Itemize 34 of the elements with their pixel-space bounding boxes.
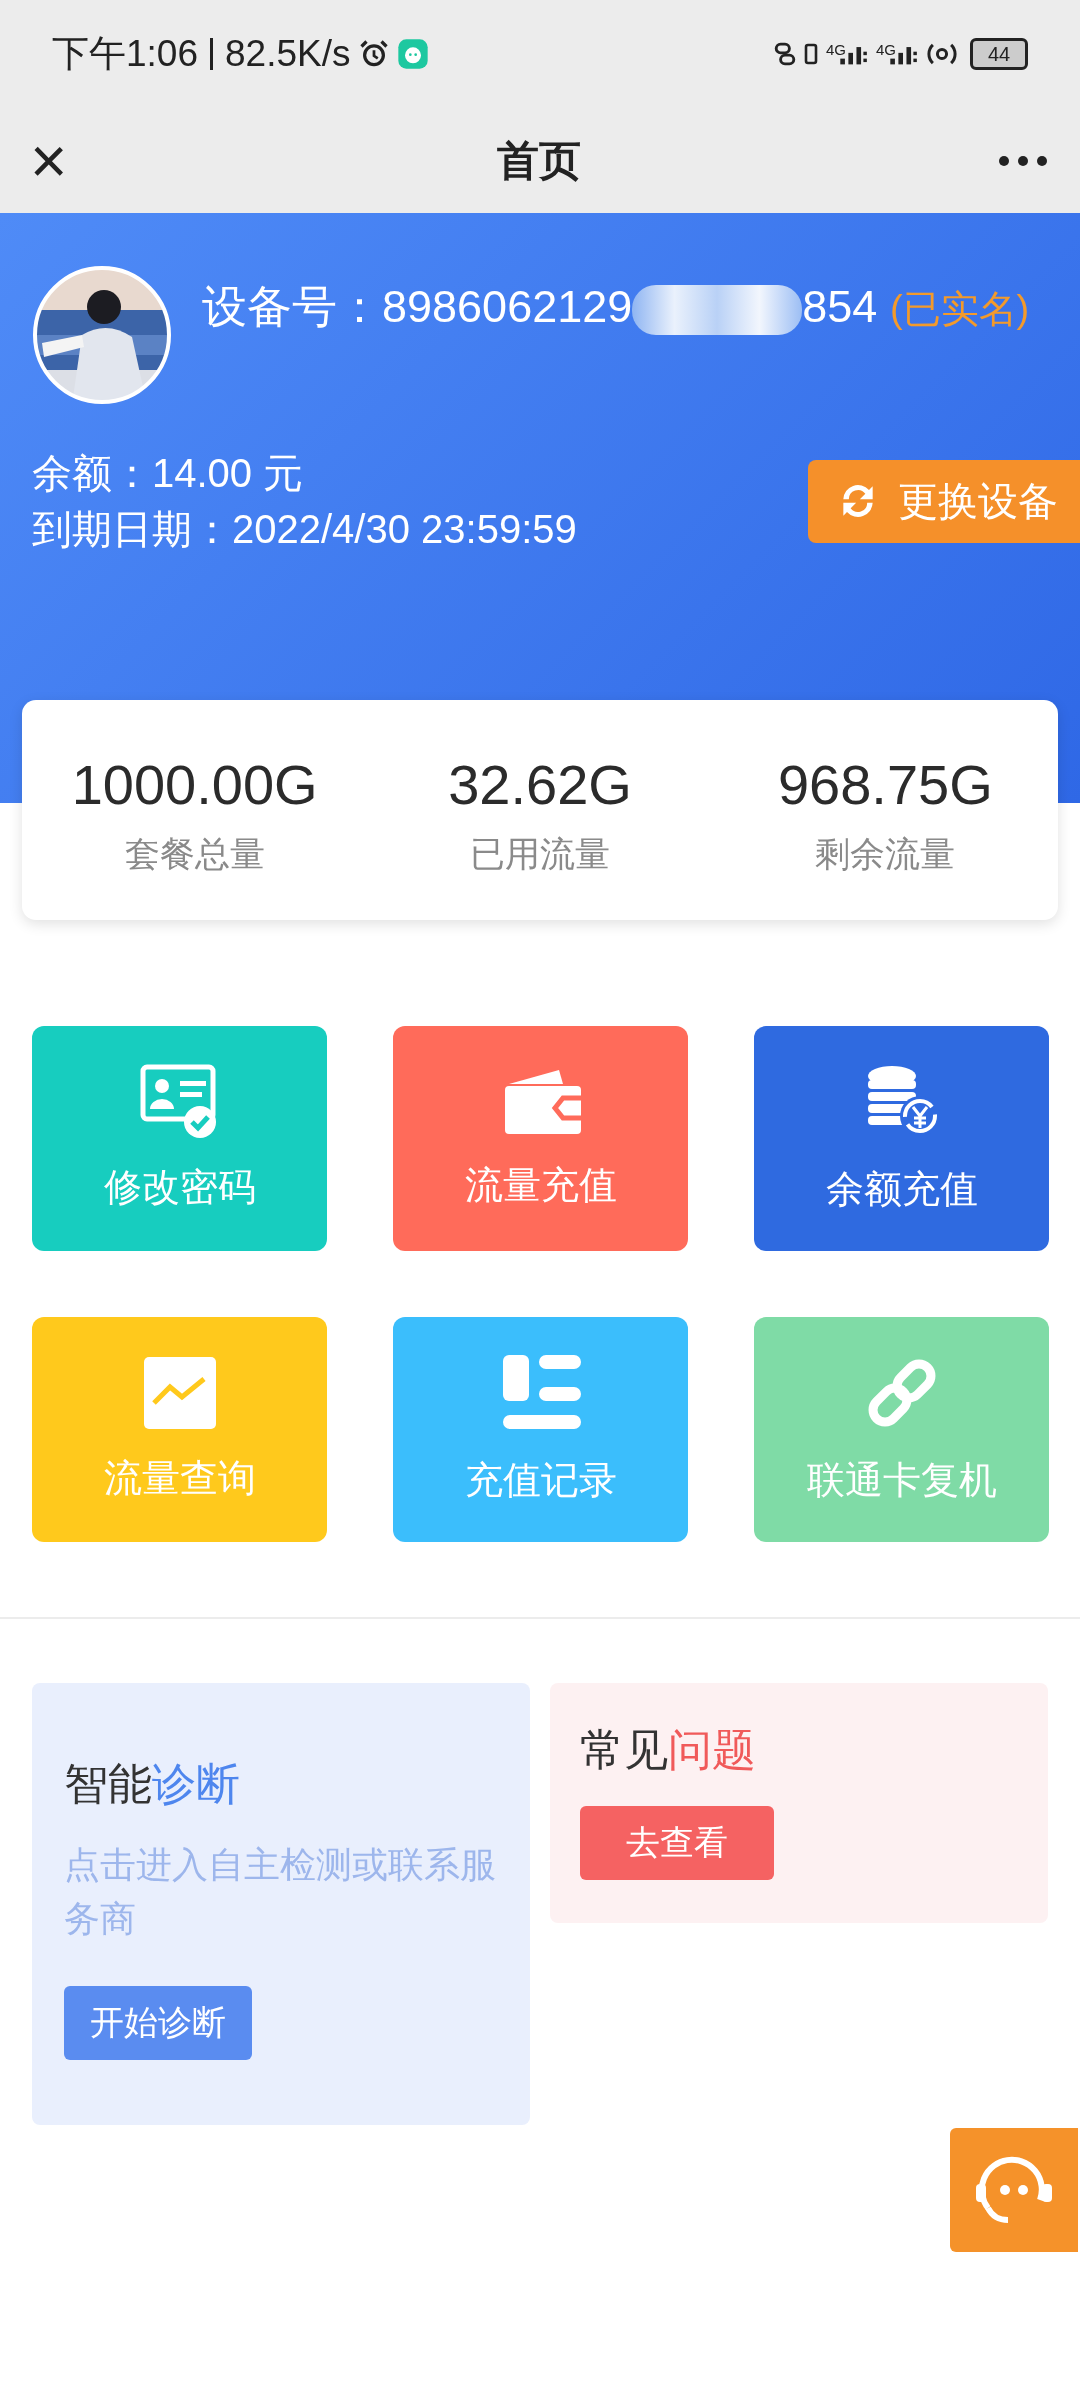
usage-label: 已用流量	[470, 833, 610, 875]
feature-tile[interactable]: 修改密码	[32, 1026, 327, 1251]
usage-label: 剩余流量	[815, 833, 956, 875]
battery-icon: 44	[970, 38, 1028, 70]
status-separator	[210, 38, 213, 70]
view-button[interactable]: 去查看	[580, 1806, 774, 1880]
card-title: 智能诊断	[64, 1758, 241, 1810]
device-number: 设备号：8986062129 854 (已实名)	[202, 265, 1030, 343]
usage-label: 套餐总量	[124, 833, 265, 875]
status-time: 下午1:06	[52, 32, 198, 76]
link-icon	[773, 40, 796, 68]
start-diagnosis-button[interactable]: 开始诊断	[64, 1986, 252, 2060]
app-notification-icon	[396, 38, 429, 70]
card-description: 点击进入自主检测或联系服务商	[64, 1843, 497, 1941]
network-type: 4G	[825, 42, 846, 57]
feature-tile[interactable]: 余额充值	[754, 1026, 1049, 1251]
expiry-date-text: 到期日期：2022/4/30 23:59:59	[32, 506, 577, 553]
more-icon[interactable]	[998, 154, 1048, 167]
network-type: 4G	[876, 42, 896, 57]
feature-tile[interactable]: 流量查询	[32, 1317, 327, 1542]
network-speed: 82.5K/s	[225, 33, 351, 75]
usage-value: 968.75G	[777, 752, 993, 817]
balance-text: 余额：14.00 元	[32, 450, 305, 497]
card-title: 常见问题	[580, 1724, 757, 1776]
switch-device-button[interactable]: 更换设备	[808, 459, 1080, 543]
page-title: 首页	[497, 135, 581, 186]
usage-value: 32.62G	[448, 752, 632, 817]
usage-value: 1000.00G	[71, 752, 318, 817]
feature-tile[interactable]: 充值记录	[393, 1317, 688, 1542]
close-button[interactable]: ×	[30, 128, 80, 193]
line-chart-icon	[141, 1355, 218, 1431]
alarm-clock-icon	[358, 39, 389, 69]
feature-tile[interactable]: 流量充值	[393, 1026, 688, 1251]
feature-tile[interactable]: 联通卡复机	[754, 1317, 1049, 1542]
